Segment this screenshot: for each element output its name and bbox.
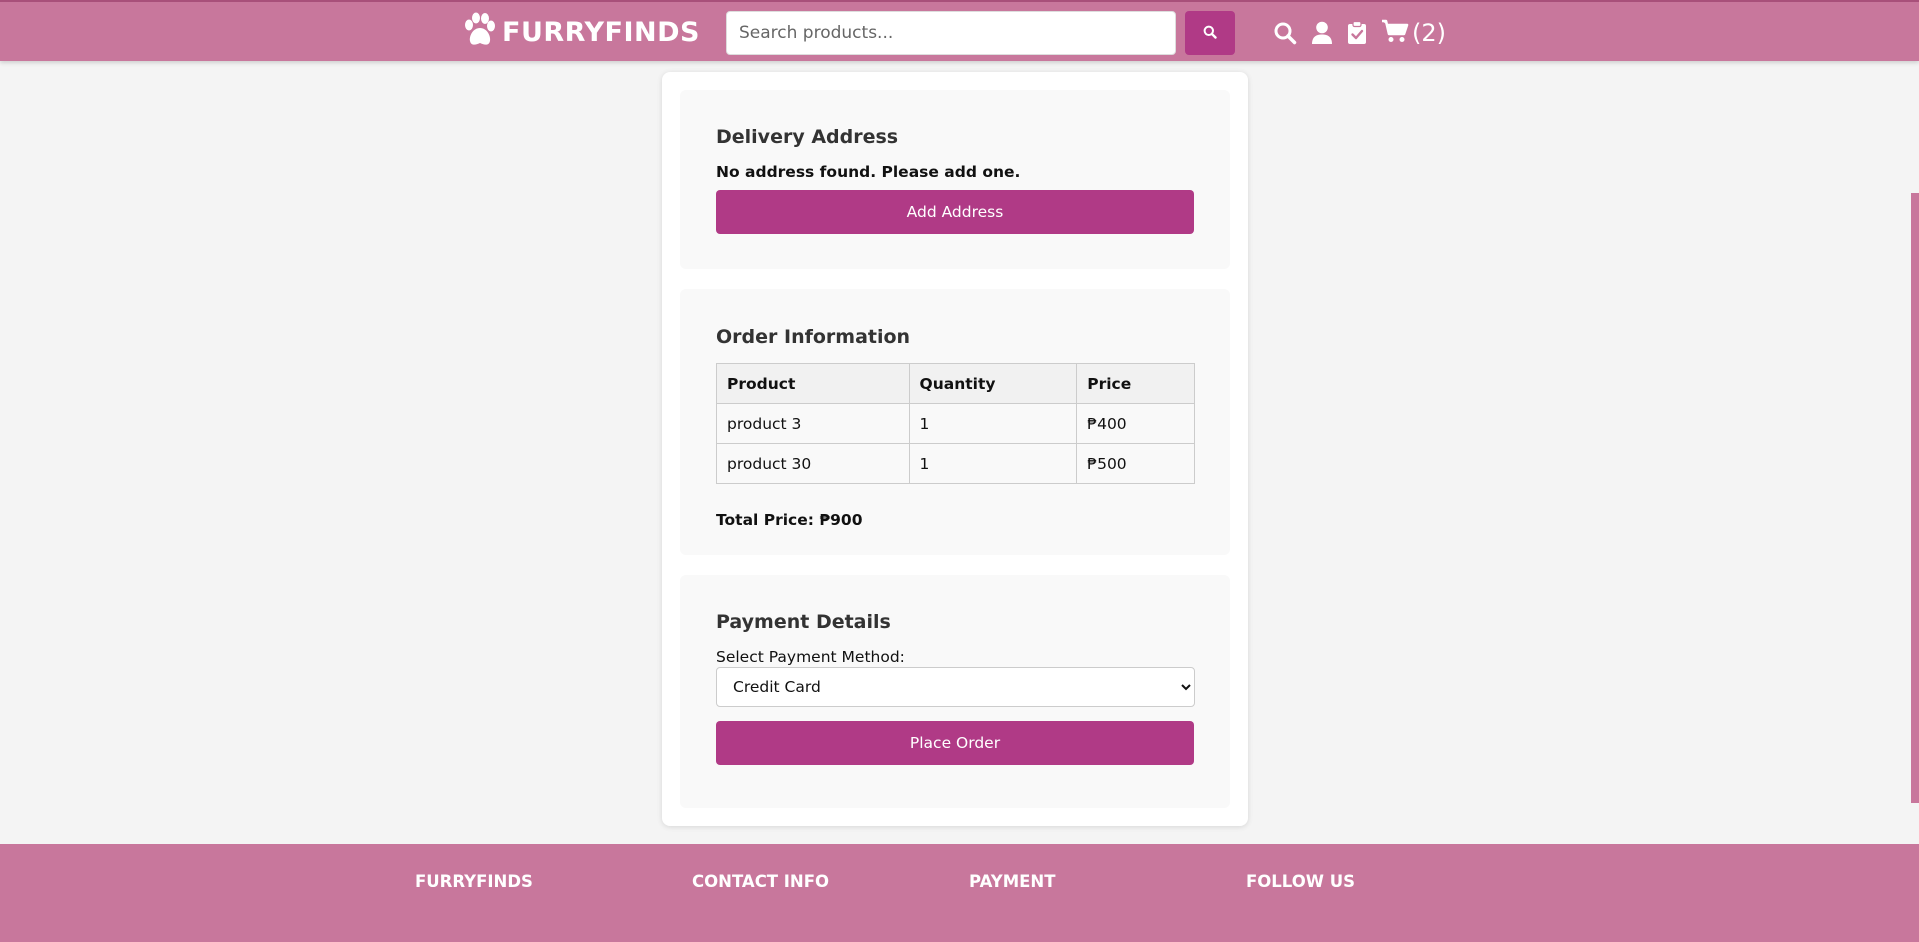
footer-heading-follow-us: FOLLOW US (1246, 872, 1355, 891)
column-header-quantity: Quantity (908, 363, 1078, 404)
nav-icons: (2) (1273, 14, 1446, 52)
top-navbar: FURRYFINDS Search products... (2) (0, 0, 1919, 61)
cart-count: (2) (1412, 19, 1446, 47)
payment-method-select[interactable]: Credit Card (716, 667, 1195, 707)
footer-heading-payment: PAYMENT (969, 872, 1056, 891)
footer-heading-contact-info: CONTACT INFO (692, 872, 830, 891)
search-icon (1203, 25, 1217, 42)
order-information-title: Order Information (716, 326, 911, 348)
table-row: product 30 1 ₱500 (716, 443, 1195, 484)
quantity-cell: 1 (908, 443, 1078, 484)
cart-icon (1381, 19, 1409, 47)
column-header-price: Price (1076, 363, 1195, 404)
clipboard-check-icon[interactable] (1347, 21, 1367, 45)
no-address-message: No address found. Please add one. (716, 163, 1021, 181)
price-cell: ₱400 (1076, 403, 1195, 444)
footer-heading-furryfinds: FURRYFINDS (415, 872, 533, 891)
footer: FURRYFINDS CONTACT INFO PAYMENT FOLLOW U… (0, 844, 1919, 942)
place-order-button[interactable]: Place Order (716, 721, 1194, 765)
checkout-card: Delivery Address No address found. Pleas… (662, 72, 1248, 826)
paw-icon (460, 11, 498, 53)
search-icon[interactable] (1273, 21, 1297, 45)
logo[interactable]: FURRYFINDS (460, 12, 700, 52)
column-header-product: Product (716, 363, 910, 404)
add-address-button[interactable]: Add Address (716, 190, 1194, 234)
order-information-section: Order Information Product Quantity Price… (680, 289, 1230, 555)
search-button[interactable] (1185, 11, 1235, 55)
scrollbar-thumb[interactable] (1911, 193, 1919, 803)
product-cell: product 30 (716, 443, 910, 484)
total-price: Total Price: ₱900 (716, 511, 863, 529)
product-cell: product 3 (716, 403, 910, 444)
payment-details-section: Payment Details Select Payment Method: C… (680, 575, 1230, 808)
logo-text: FURRYFINDS (502, 16, 700, 48)
delivery-address-title: Delivery Address (716, 126, 899, 148)
table-header-row: Product Quantity Price (716, 363, 1195, 404)
payment-method-label: Select Payment Method: (716, 648, 905, 666)
payment-details-title: Payment Details (716, 611, 891, 633)
table-row: product 3 1 ₱400 (716, 403, 1195, 444)
order-table: Product Quantity Price product 3 1 ₱400 … (716, 363, 1195, 484)
delivery-address-section: Delivery Address No address found. Pleas… (680, 90, 1230, 269)
cart-button[interactable]: (2) (1381, 19, 1446, 47)
quantity-cell: 1 (908, 403, 1078, 444)
price-cell: ₱500 (1076, 443, 1195, 484)
search-input[interactable] (726, 11, 1176, 55)
user-icon[interactable] (1311, 21, 1333, 45)
